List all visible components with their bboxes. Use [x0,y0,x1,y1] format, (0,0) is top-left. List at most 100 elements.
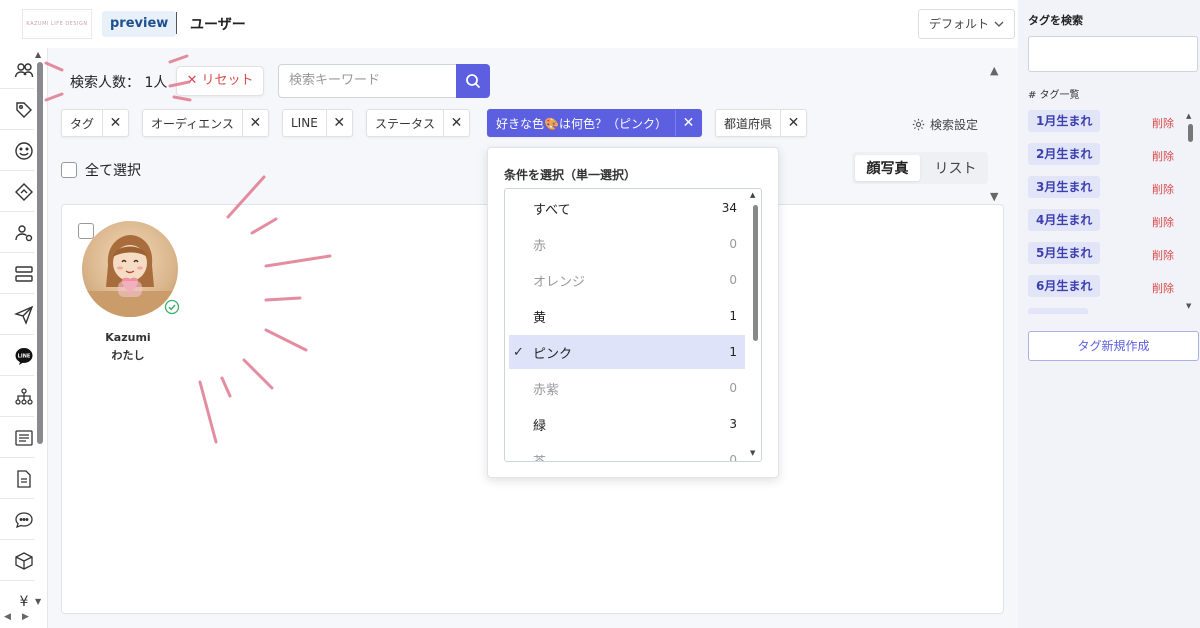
tag-pill[interactable]: 6月生まれ [1028,275,1101,297]
view-option-photo[interactable]: 顔写真 [855,155,920,181]
smile-icon[interactable] [12,139,36,163]
left-sidebar: LINE ¥ ▲ ▼ ◀ ▶ [0,48,48,628]
scroll-up-icon[interactable]: ▲ [35,50,41,59]
result-count: 検索人数： 1人 [70,75,168,91]
filter-chip-label: オーディエンス [151,116,234,131]
option-count: 0 [729,273,737,287]
option-brown[interactable]: 茶 0 [509,443,745,461]
option-count: 1 [729,345,737,359]
checkmark-icon: ✓ [513,344,524,360]
tag-delete-button[interactable]: 削除 [1152,214,1174,230]
document-icon[interactable] [12,467,36,491]
tag-delete-button[interactable]: 削除 [1152,280,1174,296]
close-icon[interactable]: ✕ [102,110,128,136]
option-magenta[interactable]: 赤紫 0 [509,371,745,405]
option-label: 緑 [533,418,547,434]
users-icon[interactable] [12,58,36,82]
tag-panel: タグを検索 # タグ一覧 1月生まれ 削除 2月生まれ 削除 3月生まれ 削除 … [1018,0,1200,628]
tag-row: 6月生まれ 削除 [1028,275,1188,299]
close-icon[interactable]: ✕ [780,110,806,136]
view-option-list[interactable]: リスト [923,152,988,184]
tag-row: 1月生まれ 削除 [1028,110,1188,134]
search-button[interactable] [456,64,490,98]
box-icon[interactable] [12,549,36,573]
filter-chip-label: LINE [291,116,318,130]
server-icon[interactable] [12,262,36,286]
diamond-icon[interactable] [12,180,36,204]
close-icon[interactable]: ✕ [674,110,701,136]
horizontal-scroll[interactable]: ◀ ▶ [0,608,48,628]
tag-pill[interactable]: 1月生まれ [1028,110,1101,132]
option-count: 3 [729,417,737,431]
tag-delete-button[interactable]: 削除 [1152,115,1174,131]
filter-chip-tag[interactable]: タグ ✕ [61,109,130,137]
filter-chip-label: 好きな色🎨は何色？（ピンク） [496,116,667,131]
filter-chip-status[interactable]: ステータス ✕ [366,109,471,137]
close-icon[interactable]: ✕ [443,110,469,136]
scroll-down-icon[interactable]: ▼ [35,597,41,606]
brand-logo[interactable]: KAZUMI LIFE DESIGN [22,9,92,39]
tag-list-scrollbar[interactable] [1188,124,1193,142]
close-icon[interactable]: ✕ [325,110,352,136]
sidebar-separator [0,539,34,540]
filter-chip-audience[interactable]: オーディエンス ✕ [142,109,269,137]
select-all-label: 全て選択 [85,163,141,179]
sidebar-separator [0,334,34,335]
option-label: 黄 [533,310,547,326]
send-icon[interactable] [12,303,36,327]
tag-pill[interactable]: 2月生まれ [1028,143,1101,165]
close-icon[interactable]: ✕ [241,110,268,136]
condition-dropdown: 条件を選択（単一選択） すべて 34 赤 0 オレンジ 0 黄 1 ✓ ピンク … [487,147,779,478]
collapse-down-icon[interactable]: ▼ [990,190,998,203]
filter-chip-label: ステータス [375,116,436,131]
tag-pill[interactable]: 5月生まれ [1028,242,1101,264]
scroll-down-icon[interactable]: ▼ [1186,302,1191,310]
option-count: 1 [729,309,737,323]
collapse-up-icon[interactable]: ▲ [990,64,998,77]
tag-delete-button[interactable]: 削除 [1152,247,1174,263]
hierarchy-icon[interactable] [12,385,36,409]
list-icon[interactable] [12,426,36,450]
filter-chip-label: 都道府県 [724,116,773,131]
create-tag-button[interactable]: タグ新規作成 [1028,331,1199,361]
condition-options-list: すべて 34 赤 0 オレンジ 0 黄 1 ✓ ピンク 1 赤紫 0 緑 3 茶 [504,188,762,462]
tag-delete-button[interactable]: 削除 [1152,148,1174,164]
tag-search-input[interactable] [1028,36,1198,72]
option-red[interactable]: 赤 0 [509,227,745,261]
option-pink[interactable]: ✓ ピンク 1 [509,335,745,369]
user-add-icon[interactable] [12,221,36,245]
filter-chip-favorite-color[interactable]: 好きな色🎨は何色？（ピンク） ✕ [487,109,702,137]
tag-pill[interactable]: 3月生まれ [1028,176,1101,198]
search-settings-button[interactable]: 検索設定 [912,116,978,133]
option-green[interactable]: 緑 3 [509,407,745,441]
tag-icon[interactable] [12,98,36,122]
filter-chip-prefecture[interactable]: 都道府県 ✕ [715,109,808,137]
reset-button[interactable]: ✕ リセット [176,66,264,96]
scroll-right-icon[interactable]: ▶ [22,612,29,622]
scroll-up-icon[interactable]: ▲ [750,191,755,199]
select-all-checkbox[interactable]: 全て選択 [61,160,141,180]
user-card[interactable]: Kazumi わたし [78,219,180,369]
scroll-up-icon[interactable]: ▲ [1186,112,1191,120]
search-input[interactable]: 検索キーワード [278,64,456,98]
chat-icon[interactable] [12,508,36,532]
line-icon[interactable]: LINE [12,344,36,368]
tag-search-label: タグを検索 [1028,14,1083,27]
view-preset-select[interactable]: デフォルト [918,9,1015,39]
checkbox[interactable] [61,162,77,178]
tag-row: 5月生まれ 削除 [1028,242,1188,266]
filter-chip-line[interactable]: LINE ✕ [282,109,353,137]
tag-pill[interactable]: 4月生まれ [1028,209,1101,231]
sidebar-separator [0,375,34,376]
dropdown-scrollbar[interactable] [753,205,758,341]
user-select-checkbox[interactable] [78,223,94,239]
option-yellow[interactable]: 黄 1 [509,299,745,333]
option-all[interactable]: すべて 34 [509,191,745,225]
tag-delete-button[interactable]: 削除 [1152,181,1174,197]
scroll-left-icon[interactable]: ◀ [4,612,11,622]
option-orange[interactable]: オレンジ 0 [509,263,745,297]
sidebar-scrollbar[interactable] [37,62,43,444]
sidebar-separator [0,580,34,581]
scroll-down-icon[interactable]: ▼ [750,449,755,457]
sidebar-separator [0,498,34,499]
